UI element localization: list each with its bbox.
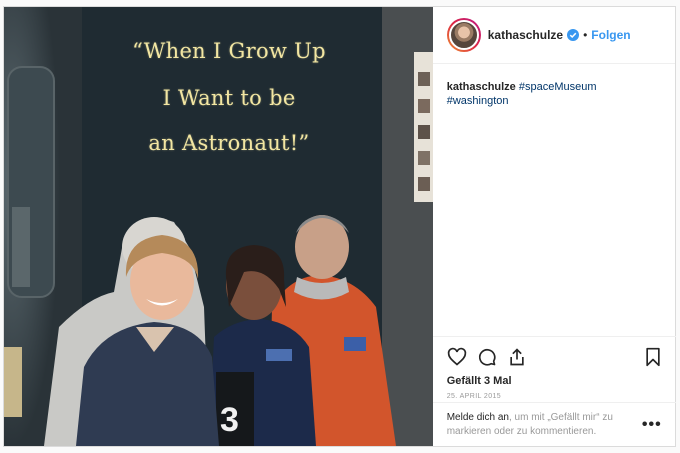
number-sign: 3	[220, 401, 239, 439]
post-date: 25. APRIL 2015	[446, 393, 502, 400]
bookmark-icon[interactable]	[644, 347, 662, 367]
follow-button[interactable]: Folgen	[591, 28, 630, 42]
login-link[interactable]: Melde dich an	[447, 412, 509, 423]
post-caption: kathaschulze #spaceMuseum #washington	[433, 64, 675, 124]
photo-scene	[4, 7, 433, 446]
quote-line-3: an Astronaut!”	[148, 131, 310, 155]
login-prompt: Melde dich an, um mit „Gefällt mir“ zu m…	[432, 402, 676, 446]
login-text: Melde dich an, um mit „Gefällt mir“ zu m…	[447, 411, 627, 439]
verified-badge-icon	[567, 29, 580, 41]
more-options-icon[interactable]: •••	[642, 416, 662, 434]
share-icon[interactable]	[507, 347, 527, 367]
post-photo[interactable]: “When I Grow Up I Want to be an Astronau…	[4, 7, 433, 446]
action-bar: Gefällt 3 Mal 25. APRIL 2015	[432, 336, 676, 400]
quote-line-2: I Want to be	[162, 86, 296, 110]
heart-icon[interactable]	[447, 347, 467, 367]
instagram-post: “When I Grow Up I Want to be an Astronau…	[3, 6, 676, 447]
avatar[interactable]	[446, 18, 481, 52]
post-sidebar: kathaschulze • Folgen kathaschulze #spac…	[432, 7, 676, 446]
post-header: kathaschulze • Folgen	[432, 7, 675, 64]
likes-count[interactable]: Gefällt 3 Mal	[447, 375, 662, 387]
header-username[interactable]: kathaschulze	[488, 28, 563, 42]
separator-dot: •	[583, 28, 588, 42]
quote-line-1: “When I Grow Up	[132, 39, 326, 63]
caption-username[interactable]: kathaschulze	[447, 81, 516, 93]
comment-icon[interactable]	[477, 347, 497, 367]
